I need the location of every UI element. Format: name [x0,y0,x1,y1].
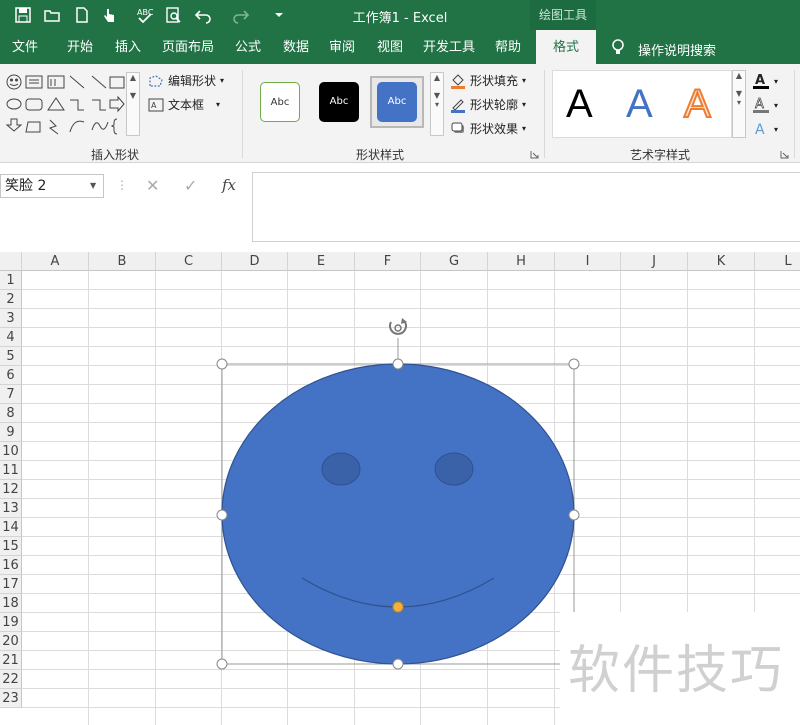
resize-handle-top-right[interactable] [568,358,580,370]
resize-handle-bottom[interactable] [392,658,404,670]
resize-handle-bottom-left[interactable] [216,658,228,670]
adjustment-handle[interactable] [392,601,404,613]
resize-handle-top-left[interactable] [216,358,228,370]
smiley-face-shape[interactable] [221,363,575,665]
left-eye [321,452,361,486]
resize-handle-top[interactable] [392,358,404,370]
watermark: 软件技巧 [568,641,785,701]
rotation-handle-icon[interactable] [389,318,407,335]
resize-handle-left[interactable] [216,509,228,521]
right-eye [434,452,474,486]
resize-handle-right[interactable] [568,509,580,521]
